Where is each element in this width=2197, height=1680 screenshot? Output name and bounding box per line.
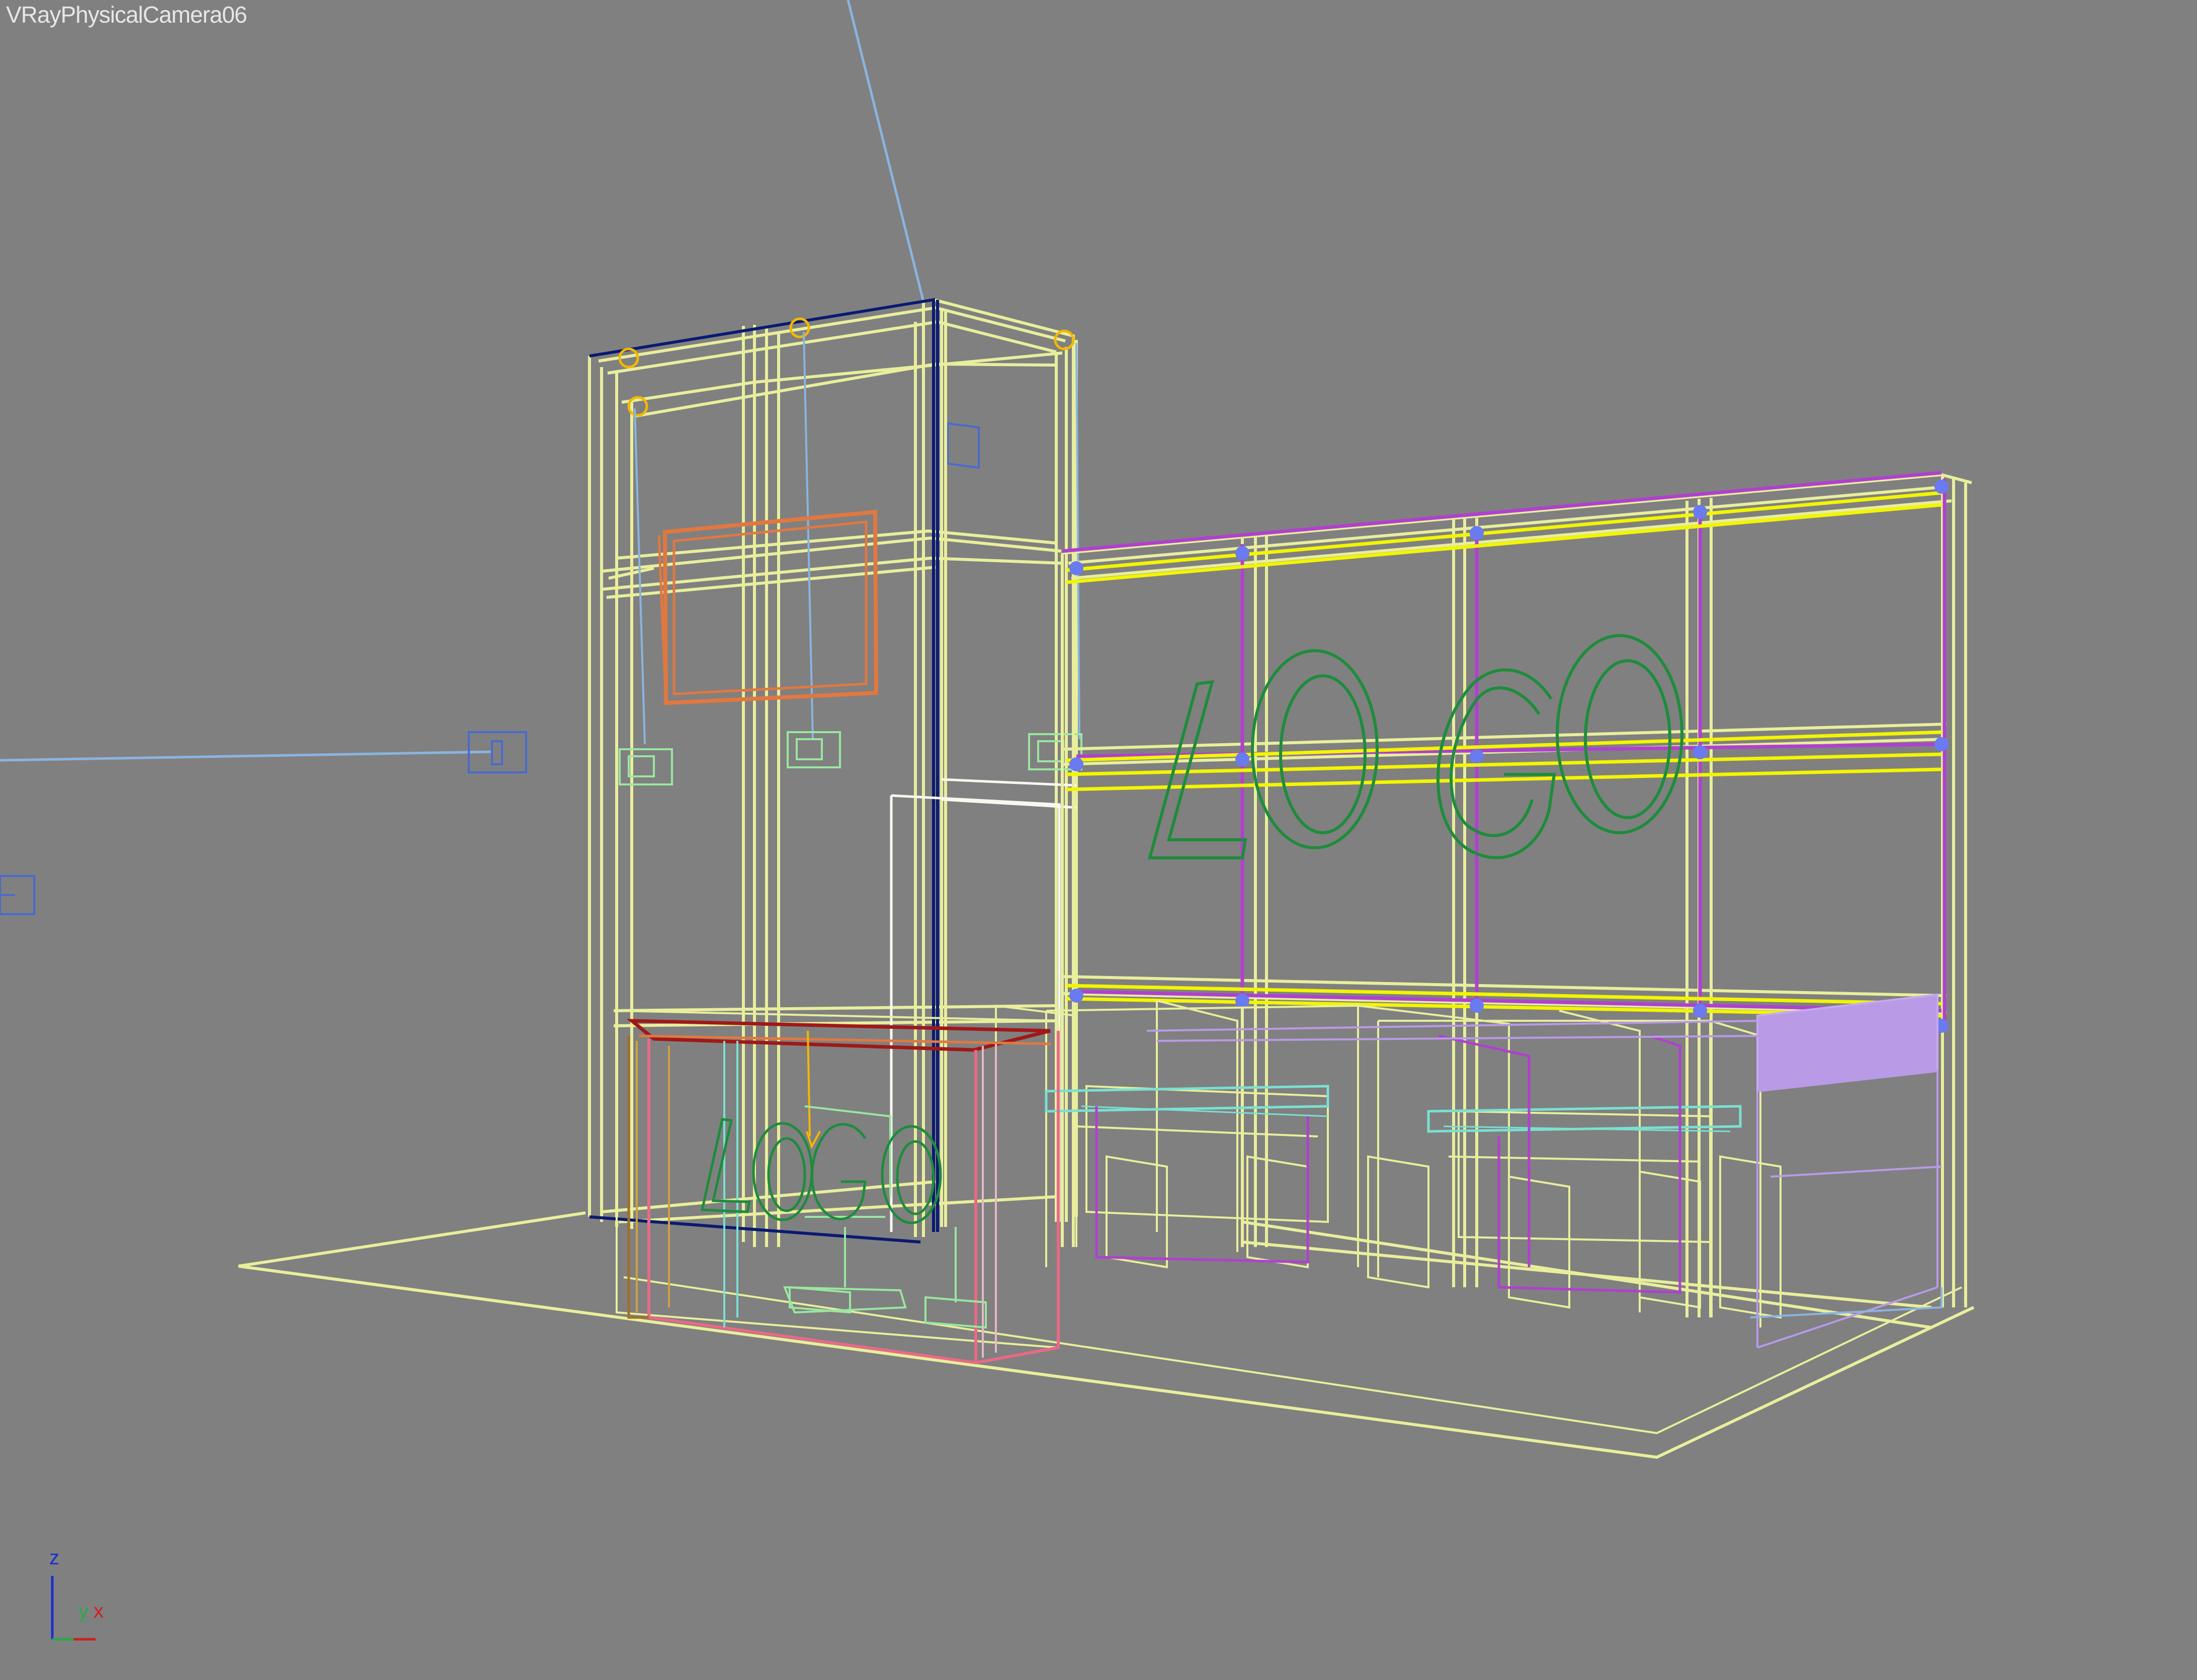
wall-magenta-rails[interactable] [1062, 471, 1947, 1031]
tower-frame[interactable] [588, 298, 1078, 1247]
counter-stools[interactable] [789, 1227, 987, 1329]
axis-gizmo [51, 1576, 96, 1641]
table-tops[interactable] [1045, 1085, 1742, 1133]
reception-counter[interactable] [616, 1009, 1060, 1365]
camera-target-line [847, 0, 925, 302]
wireframe-scene [0, 0, 1975, 1459]
axis-y-label: y [78, 1600, 89, 1622]
table-bases[interactable] [1095, 1034, 1681, 1294]
camera-gizmo-tower[interactable] [947, 422, 980, 469]
axis-z-label: z [49, 1547, 59, 1569]
lounge-bench[interactable] [1750, 993, 1942, 1349]
tower-dark-edges[interactable] [589, 298, 939, 1244]
light-target-line [0, 750, 493, 762]
wall-logo[interactable] [1148, 634, 1683, 859]
wall-frame[interactable] [1061, 473, 1972, 1329]
axis-x-label: x [94, 1600, 104, 1622]
viewport-perspective[interactable]: VRayPhysicalCamera06 z y x [0, 0, 2197, 1680]
camera-gizmo-edge[interactable] [0, 875, 35, 915]
pendant-lamps[interactable] [619, 731, 1082, 785]
bar-tables[interactable] [995, 1000, 1782, 1328]
